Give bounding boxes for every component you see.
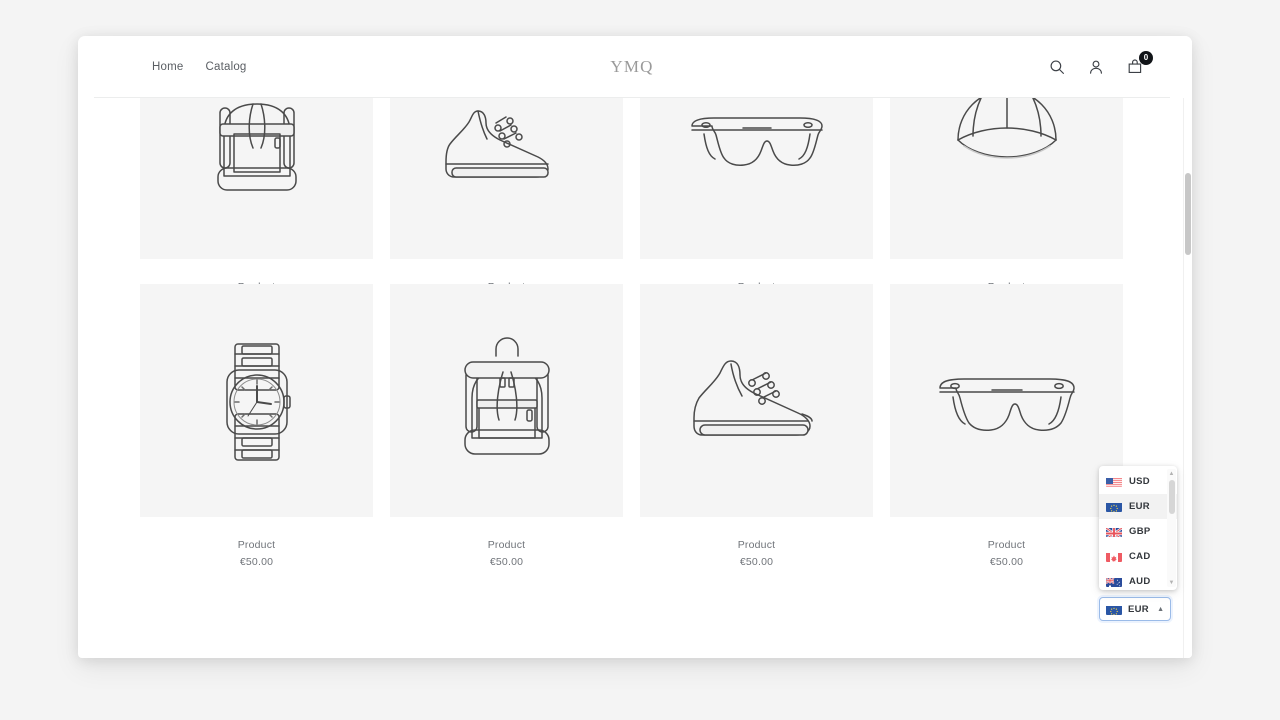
glasses-icon — [890, 284, 1123, 517]
nav-link-home[interactable]: Home — [152, 61, 183, 73]
currency-menu-scrollbar-thumb[interactable] — [1168, 480, 1175, 514]
product-meta: Product €50.00 — [890, 517, 1123, 568]
store-logo[interactable]: YMQ — [610, 57, 653, 77]
product-card[interactable]: Product €50.00 — [640, 284, 873, 568]
scroll-up-arrow-icon[interactable]: ▲ — [1167, 469, 1176, 478]
product-title: Product — [237, 539, 276, 551]
sneaker-icon — [390, 98, 623, 259]
product-card[interactable]: Product €50.00 — [140, 98, 373, 310]
grid-row-2: Product €50.00 Product €50.00 Product €5… — [140, 284, 1124, 568]
product-meta: Product €50.00 — [390, 517, 623, 568]
product-meta: Product €50.00 — [140, 517, 373, 568]
store-header: Home Catalog YMQ 0 — [94, 36, 1170, 98]
currency-option-label: USD — [1129, 476, 1150, 487]
product-price: €50.00 — [489, 556, 524, 568]
cart-icon[interactable]: 0 — [1124, 50, 1153, 78]
currency-option-label: CAD — [1129, 551, 1151, 562]
eur-flag-icon — [1106, 501, 1122, 512]
grid-row-1: Product €50.00 — [140, 98, 1124, 310]
product-card[interactable]: Product €50.00 — [140, 284, 373, 568]
page-scrollbar-thumb[interactable] — [1185, 173, 1191, 255]
product-title: Product — [987, 539, 1026, 551]
currency-selected-label: EUR — [1128, 603, 1149, 615]
eur-flag-icon — [1106, 604, 1122, 615]
product-price: €50.00 — [989, 556, 1024, 568]
currency-option-label: GBP — [1129, 526, 1151, 537]
product-price: €50.00 — [739, 556, 774, 568]
currency-option-eur[interactable]: EUR — [1099, 494, 1177, 519]
nav-link-catalog[interactable]: Catalog — [205, 61, 246, 73]
product-card[interactable]: Product €50.00 — [890, 98, 1123, 310]
product-card[interactable]: Product €50.00 — [640, 98, 873, 310]
sneaker-icon — [640, 284, 873, 517]
account-icon[interactable] — [1085, 56, 1107, 78]
product-card[interactable]: Product €50.00 — [390, 98, 623, 310]
currency-option-gbp[interactable]: GBP — [1099, 519, 1177, 544]
backpack-icon — [140, 98, 373, 259]
page-viewport: Home Catalog YMQ 0 Product €50.00 Produc… — [94, 36, 1192, 658]
currency-option-cad[interactable]: CAD — [1099, 544, 1177, 569]
product-meta: Product €50.00 — [640, 517, 873, 568]
gbp-flag-icon — [1106, 526, 1122, 537]
currency-option-usd[interactable]: USD — [1099, 469, 1177, 494]
currency-selector: USD EUR GBP CAD AUD ▲ ▼ EUR ▲ — [1099, 466, 1185, 621]
aud-flag-icon — [1106, 576, 1122, 587]
primary-navigation: Home Catalog — [152, 61, 247, 73]
search-icon[interactable] — [1046, 56, 1068, 78]
currency-option-label: AUD — [1129, 576, 1151, 587]
cart-count-badge: 0 — [1139, 50, 1153, 65]
currency-menu-scrollbar[interactable]: ▲ ▼ — [1167, 469, 1176, 587]
currency-option-label: EUR — [1129, 501, 1150, 512]
product-title: Product — [487, 539, 526, 551]
backpack-icon — [390, 284, 623, 517]
currency-option-aud[interactable]: AUD — [1099, 569, 1177, 587]
product-card[interactable]: Product €50.00 — [390, 284, 623, 568]
chevron-up-icon: ▲ — [1157, 605, 1164, 613]
product-price: €50.00 — [239, 556, 274, 568]
header-actions: 0 — [1046, 50, 1153, 78]
browser-window: Home Catalog YMQ 0 Product €50.00 Produc… — [78, 36, 1192, 658]
product-grid: Product €50.00 Product €50.00 Product €5… — [94, 98, 1170, 658]
currency-dropdown-menu: USD EUR GBP CAD AUD ▲ ▼ — [1099, 466, 1177, 590]
usd-flag-icon — [1106, 476, 1122, 487]
glasses-icon — [640, 98, 873, 259]
product-title: Product — [737, 539, 776, 551]
cap-icon — [890, 98, 1123, 259]
currency-option-list: USD EUR GBP CAD AUD — [1099, 469, 1177, 587]
scroll-down-arrow-icon[interactable]: ▼ — [1167, 578, 1176, 587]
product-card[interactable]: Product €50.00 — [890, 284, 1123, 568]
cad-flag-icon — [1106, 551, 1122, 562]
watch-icon — [140, 284, 373, 517]
currency-selected-button[interactable]: EUR ▲ — [1099, 597, 1171, 621]
